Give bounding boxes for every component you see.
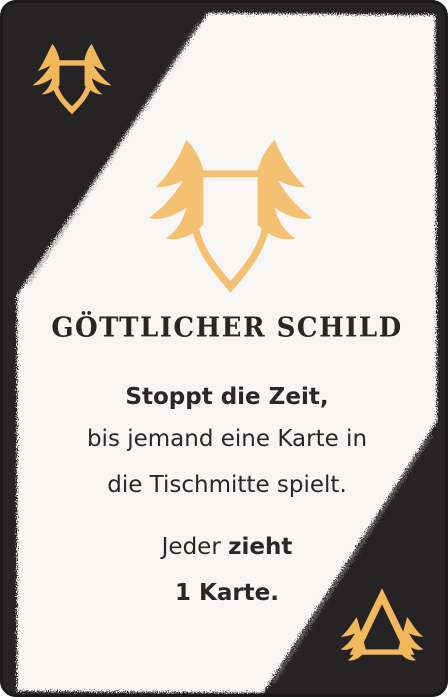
game-card[interactable]: GÖTTLICHER SCHILD Stoppt die Zeit, bis j… bbox=[0, 0, 448, 697]
draw-prefix: Jeder bbox=[161, 534, 229, 560]
draw-line-1: Jeder zieht bbox=[23, 531, 431, 564]
card-title: GÖTTLICHER SCHILD bbox=[51, 312, 403, 344]
winged-shield-icon bbox=[32, 44, 112, 115]
effect-line-3: die Tischmitte spielt. bbox=[107, 472, 347, 498]
winged-shield-icon bbox=[148, 139, 313, 293]
draw-line-2: 1 Karte. bbox=[174, 580, 280, 606]
effect-line-2: bis jemand eine Karte in bbox=[86, 426, 368, 452]
draw-verb: zieht bbox=[228, 534, 293, 560]
effect-line-1: Stoppt die Zeit, bbox=[125, 384, 329, 410]
